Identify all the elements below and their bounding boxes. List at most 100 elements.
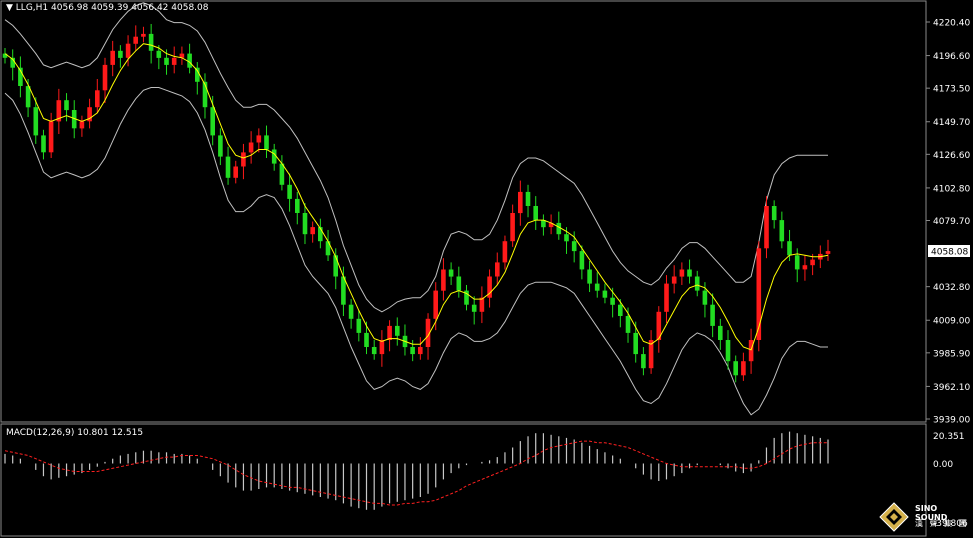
price-tick-label: 4102.80 — [933, 184, 970, 194]
chart-symbol-header: ▼ LLG,H1 4056.98 4059.39 4056.42 4058.08 — [6, 3, 208, 13]
price-tick-label: 4032.80 — [933, 283, 970, 293]
candle-body — [418, 347, 423, 355]
candle-body — [825, 251, 831, 254]
candle-body — [371, 347, 377, 355]
price-tick-label: 3985.90 — [933, 349, 970, 359]
candle-body — [641, 354, 646, 369]
macd-signal-polyline — [4, 440, 828, 506]
candle-body — [33, 107, 39, 136]
price-tick-label: 4009.00 — [933, 317, 970, 327]
candle-body — [802, 265, 808, 270]
candle-body — [794, 255, 800, 270]
candle-body — [356, 318, 362, 333]
price-tick-label: 4149.70 — [933, 118, 970, 128]
candle-body — [210, 107, 215, 136]
candle-body — [694, 276, 700, 291]
ohlc-values: 4056.98 4059.39 4056.42 4058.08 — [51, 3, 209, 13]
candle-body — [495, 262, 500, 277]
candle-body — [671, 276, 677, 284]
price-tick-label: 4079.70 — [933, 217, 970, 227]
macd-panel-border — [0, 423, 927, 537]
candle-body — [379, 340, 385, 355]
candle-body — [287, 184, 292, 199]
candle-body — [525, 191, 531, 206]
candle-body — [679, 269, 685, 277]
candle-body — [433, 290, 438, 319]
candle-body — [594, 283, 600, 291]
candle-body — [710, 304, 715, 326]
candle-body — [225, 156, 231, 178]
sino-sound-logo: SINO SOUND 漢 聲 集 團 — [877, 500, 969, 534]
candle-body — [787, 241, 792, 256]
candle-body — [295, 198, 300, 213]
candle-body — [95, 90, 100, 108]
candle-body — [102, 64, 108, 91]
macd-indicator-label: MACD(12,26,9) 10.801 12.515 — [6, 428, 144, 438]
candle-body — [264, 135, 269, 150]
diamond-logo-icon — [879, 502, 909, 532]
candle-body — [748, 340, 754, 362]
candle-body — [348, 304, 354, 319]
band-lower-line — [4, 87, 828, 416]
current-price-label: 4058.08 — [931, 248, 968, 258]
candle-body — [333, 255, 338, 277]
candle-body — [587, 269, 592, 284]
price-tick-label: 3962.10 — [933, 383, 970, 393]
candle-body — [410, 347, 415, 355]
candle-body — [218, 135, 223, 157]
price-tick-label: 3939.00 — [933, 416, 970, 426]
candle-body — [471, 304, 477, 312]
candle-body — [518, 191, 523, 214]
price-tick-label: 4220.40 — [933, 19, 970, 29]
candle-body — [148, 33, 154, 51]
candle-body — [564, 234, 569, 242]
candle-body — [110, 50, 115, 65]
candle-body — [810, 259, 815, 266]
candle-body — [364, 332, 369, 347]
candle-body — [718, 325, 723, 340]
main-panel-border — [0, 0, 927, 423]
candle-body — [618, 304, 623, 316]
candlesticks — [2, 23, 831, 383]
candle-body — [741, 361, 746, 376]
candle-body — [64, 100, 69, 111]
candle-body — [510, 213, 515, 242]
candle-body — [633, 332, 638, 355]
logo-brand-cn: 漢 聲 集 團 — [915, 519, 969, 528]
candle-body — [41, 135, 46, 153]
candle-body — [733, 361, 738, 376]
candle-body — [625, 316, 631, 333]
candle-body — [702, 290, 708, 305]
candle-body — [164, 57, 169, 65]
candle-body — [118, 50, 123, 58]
candle-body — [133, 36, 138, 44]
candle-body — [256, 135, 262, 143]
candle-body — [171, 57, 177, 65]
candle-body — [771, 206, 777, 221]
price-tick-label: 4173.50 — [933, 85, 970, 95]
macd-histogram — [4, 431, 829, 510]
candle-body — [725, 340, 731, 362]
candle-body — [325, 241, 331, 256]
candle-body — [602, 290, 608, 298]
candle-body — [764, 206, 769, 249]
candle-body — [502, 241, 508, 263]
candle-body — [571, 241, 577, 252]
candle-body — [441, 269, 446, 291]
candle-body — [310, 227, 315, 235]
candle-body — [779, 220, 785, 242]
candle-body — [233, 166, 238, 178]
candle-body — [125, 43, 131, 58]
candle-body — [387, 325, 392, 340]
price-axis: 4220.40 4196.60 4173.50 4149.70 4126.60 4102.… — [926, 19, 970, 426]
price-chart[interactable]: 4220.40 4196.60 4173.50 4149.70 4126.60 4102.… — [0, 0, 973, 537]
candle-body — [248, 142, 254, 153]
macd-scale-label: 0.00 — [933, 460, 953, 470]
candle-body — [664, 283, 669, 312]
candle-body — [610, 297, 615, 305]
dropdown-triangle-icon[interactable]: ▼ — [6, 3, 13, 13]
candle-body — [687, 269, 692, 277]
candle-body — [48, 121, 54, 153]
candle-body — [156, 50, 162, 58]
candle-body — [479, 297, 485, 312]
